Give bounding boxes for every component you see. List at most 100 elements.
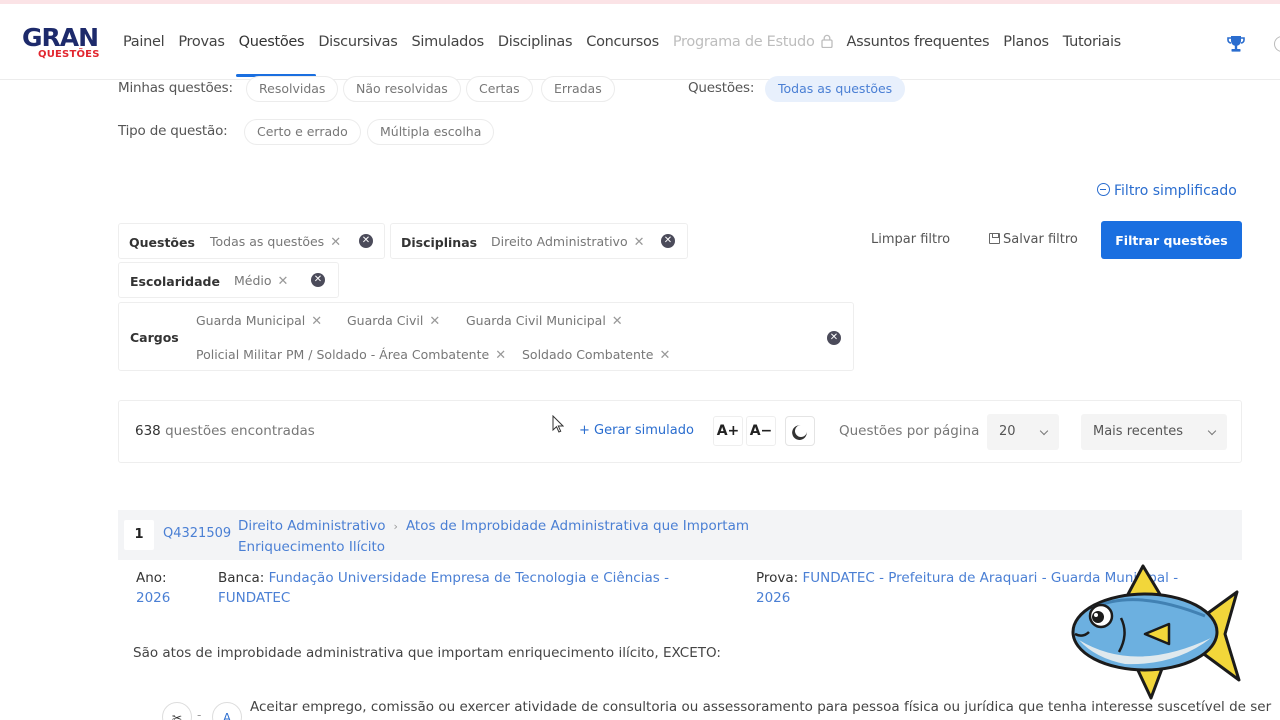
nav-programa-label: Programa de Estudo xyxy=(672,34,815,50)
dark-mode-toggle[interactable] xyxy=(785,416,815,446)
filtrar-questoes-button[interactable]: Filtrar questões xyxy=(1101,221,1242,259)
nav-profile-edge[interactable] xyxy=(1274,36,1280,52)
sort-select[interactable]: Mais recentes xyxy=(1081,414,1227,450)
nav-discursivas[interactable]: Discursivas xyxy=(318,32,397,52)
filter-tag[interactable]: Policial Militar PM / Soldado - Área Com… xyxy=(196,347,506,363)
filter-box-cargos: Cargos Guarda Municipal ✕ Guarda Civil ✕ G… xyxy=(118,302,854,371)
gerar-simulado-button[interactable]: + Gerar simulado xyxy=(579,423,694,438)
filter-tag[interactable]: Guarda Municipal ✕ xyxy=(196,313,322,329)
filter-tag-label: Guarda Civil Municipal xyxy=(466,313,606,328)
filter-box-questoes: Questões Todas as questões ✕ ✕ xyxy=(118,223,385,259)
filter-tag-label: Guarda Civil xyxy=(347,313,424,328)
remove-tag-icon[interactable]: ✕ xyxy=(330,235,341,250)
filter-tag-label: Direito Administrativo xyxy=(491,234,628,249)
filter-tag[interactable]: Direito Administrativo ✕ xyxy=(491,234,645,250)
question-breadcrumb: Direito Administrativo › Atos de Improbida… xyxy=(238,516,798,557)
filter-tag[interactable]: Soldado Combatente ✕ xyxy=(522,347,670,363)
lock-icon xyxy=(820,34,833,48)
gran-logo[interactable]: GRAN QUESTÕES xyxy=(22,24,108,64)
banca-value[interactable]: Fundação Universidade Empresa de Tecnolo… xyxy=(218,570,669,606)
remove-tag-icon[interactable]: ✕ xyxy=(311,314,322,329)
nav-programa-de-estudo[interactable]: Programa de Estudo xyxy=(673,32,833,52)
question-banca: Banca: Fundação Universidade Empresa de … xyxy=(218,568,688,608)
ano-value[interactable]: 2026 xyxy=(136,588,206,608)
ano-label: Ano: xyxy=(136,570,167,586)
prova-label: Prova: xyxy=(756,570,799,586)
chevron-down-icon xyxy=(1207,426,1217,436)
chip-resolvidas[interactable]: Resolvidas xyxy=(246,76,339,102)
filter-tag[interactable]: Guarda Civil ✕ xyxy=(347,313,440,329)
results-toolbar: 638 questões encontradas + Gerar simulad… xyxy=(118,400,1242,463)
question-number: 1 xyxy=(124,520,154,550)
clear-filter-icon[interactable]: ✕ xyxy=(311,273,325,287)
filter-title-escolaridade: Escolaridade xyxy=(130,274,220,289)
filter-tag-label: Policial Militar PM / Soldado - Área Com… xyxy=(196,347,490,362)
banca-label: Banca: xyxy=(218,570,265,586)
font-increase-button[interactable]: A+ xyxy=(713,416,743,446)
filter-title-questoes: Questões xyxy=(129,235,195,250)
tipo-de-questao-label: Tipo de questão: xyxy=(118,123,228,139)
question-discipline-link[interactable]: Direito Administrativo xyxy=(238,518,386,534)
clear-filter-icon[interactable]: ✕ xyxy=(359,234,373,248)
nav-disciplinas[interactable]: Disciplinas xyxy=(498,32,573,52)
nav-questoes[interactable]: Questões xyxy=(239,32,305,52)
remove-tag-icon[interactable]: ✕ xyxy=(659,348,670,363)
per-page-value: 20 xyxy=(999,424,1016,439)
question-statement: São atos de improbidade administrativa q… xyxy=(133,645,721,661)
nav-tutoriais[interactable]: Tutoriais xyxy=(1063,32,1121,52)
minhas-questoes-label: Minhas questões: xyxy=(118,80,233,96)
filter-title-cargos: Cargos xyxy=(130,330,179,345)
remove-tag-icon[interactable]: ✕ xyxy=(429,314,440,329)
remove-tag-icon[interactable]: ✕ xyxy=(278,274,289,289)
alternative-a-button[interactable]: A xyxy=(212,702,242,720)
chip-certas[interactable]: Certas xyxy=(466,76,533,102)
font-decrease-button[interactable]: A− xyxy=(746,416,776,446)
results-count: 638 questões encontradas xyxy=(135,423,315,439)
chip-multipla-escolha[interactable]: Múltipla escolha xyxy=(367,119,495,145)
filtro-simplificado-link[interactable]: Filtro simplificado xyxy=(1097,183,1237,199)
logo-questoes-text: QUESTÕES xyxy=(38,49,100,60)
filtro-simplificado-label: Filtro simplificado xyxy=(1114,183,1237,199)
sort-value: Mais recentes xyxy=(1093,424,1184,439)
mouse-cursor-icon xyxy=(552,415,564,433)
filter-tag-label: Médio xyxy=(234,273,272,288)
questoes-label: Questões: xyxy=(688,80,755,96)
eliminate-alternative-button[interactable]: ✂ xyxy=(162,702,192,720)
remove-tag-icon[interactable]: ✕ xyxy=(634,235,645,250)
limpar-filtro-button[interactable]: Limpar filtro xyxy=(871,232,950,247)
chip-certo-e-errado[interactable]: Certo e errado xyxy=(244,119,361,145)
nav-simulados[interactable]: Simulados xyxy=(412,32,485,52)
clear-filter-icon[interactable]: ✕ xyxy=(827,331,841,345)
nav-provas[interactable]: Provas xyxy=(178,32,225,52)
remove-tag-icon[interactable]: ✕ xyxy=(612,314,623,329)
trophy-icon[interactable] xyxy=(1226,34,1246,54)
top-navbar: GRAN QUESTÕES Painel Provas Questões Dis… xyxy=(0,4,1280,80)
results-count-number: 638 xyxy=(135,423,161,439)
nav-assuntos-frequentes[interactable]: Assuntos frequentes xyxy=(847,32,990,52)
logo-gran-text: GRAN xyxy=(22,23,99,52)
save-icon xyxy=(989,233,1000,244)
chip-todas-as-questoes[interactable]: Todas as questões xyxy=(765,76,906,102)
question-year: Ano: 2026 xyxy=(136,568,206,608)
breadcrumb-separator: › xyxy=(393,520,398,533)
chip-nao-resolvidas[interactable]: Não resolvidas xyxy=(343,76,461,102)
salvar-filtro-label: Salvar filtro xyxy=(1003,232,1078,247)
nav-concursos[interactable]: Concursos xyxy=(586,32,659,52)
filter-tag[interactable]: Médio ✕ xyxy=(234,273,288,289)
per-page-select[interactable]: 20 xyxy=(987,414,1059,450)
alternative-dash: - xyxy=(197,708,202,720)
filter-tag-label: Guarda Municipal xyxy=(196,313,306,328)
chip-erradas[interactable]: Erradas xyxy=(541,76,615,102)
chevron-down-icon xyxy=(1039,426,1049,436)
salvar-filtro-button[interactable]: Salvar filtro xyxy=(989,232,1078,247)
filter-box-disciplinas: Disciplinas Direito Administrativo ✕ ✕ xyxy=(390,223,688,259)
filter-box-escolaridade: Escolaridade Médio ✕ ✕ xyxy=(118,262,339,298)
clear-filter-icon[interactable]: ✕ xyxy=(661,234,675,248)
filter-tag[interactable]: Guarda Civil Municipal ✕ xyxy=(466,313,623,329)
nav-planos[interactable]: Planos xyxy=(1003,32,1049,52)
moon-icon xyxy=(793,423,808,438)
nav-painel[interactable]: Painel xyxy=(123,32,165,52)
filter-tag[interactable]: Todas as questões ✕ xyxy=(210,234,341,250)
remove-tag-icon[interactable]: ✕ xyxy=(495,348,506,363)
question-id-link[interactable]: Q4321509 xyxy=(163,526,231,541)
